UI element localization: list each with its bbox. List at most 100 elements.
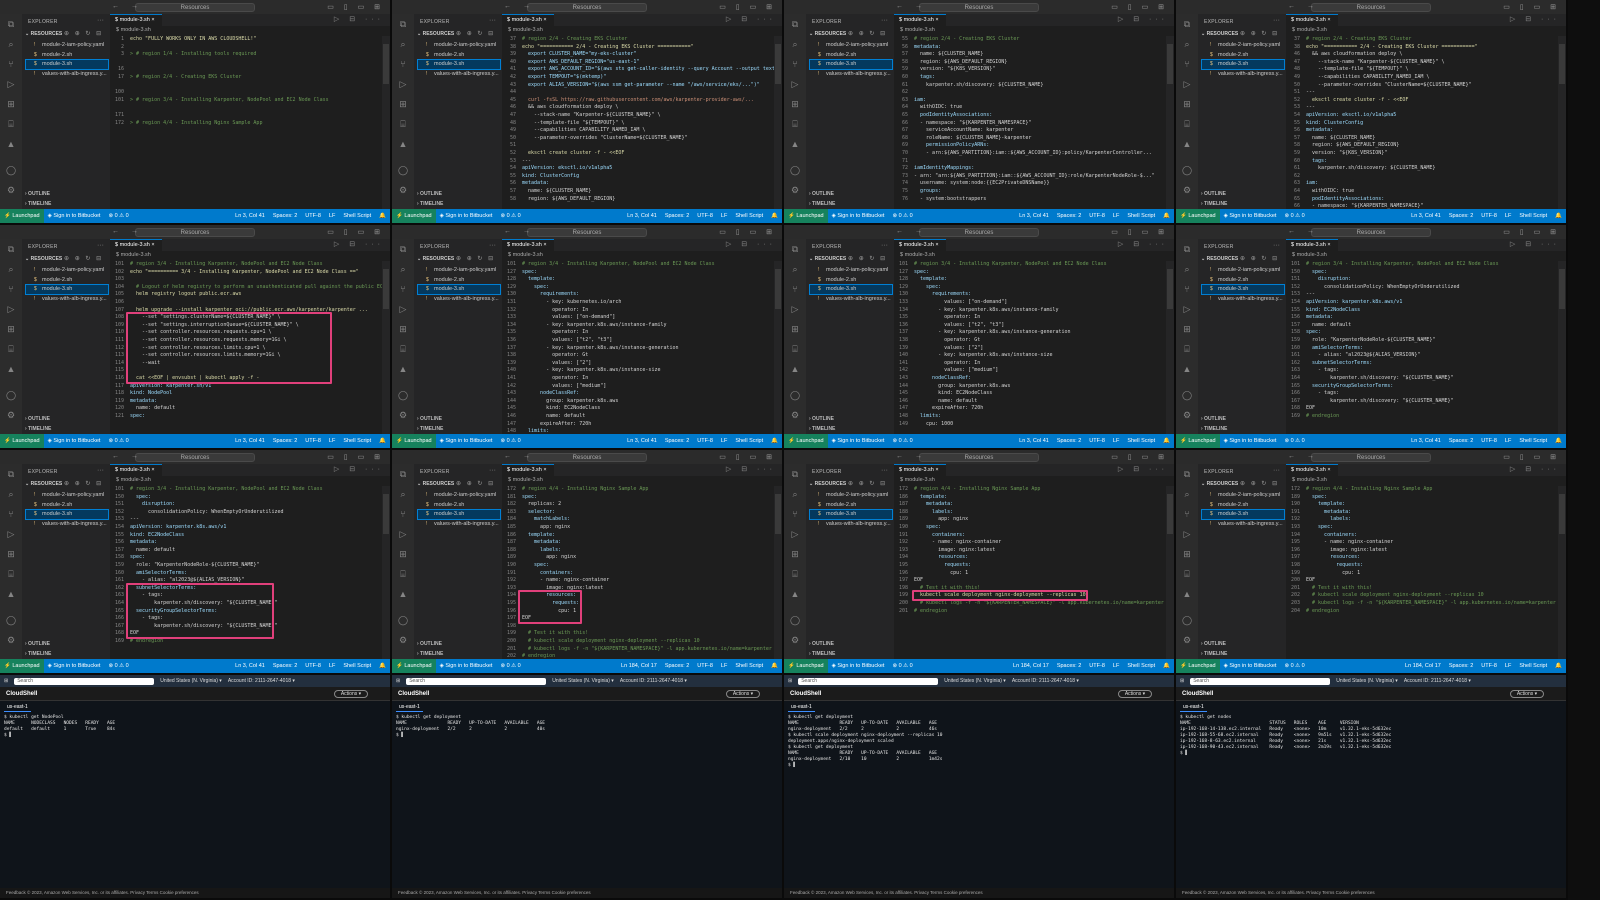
files-icon[interactable]: ⧉ [1181, 243, 1193, 255]
code-line[interactable]: # Logout of helm registry to perform an … [130, 284, 382, 290]
code-line[interactable]: --- [1306, 104, 1558, 110]
more-actions-icon[interactable]: ··· [489, 17, 496, 24]
indentation[interactable]: Spaces: 2 [269, 213, 301, 219]
code-line[interactable]: disruption: [130, 501, 382, 507]
remote-indicator[interactable]: ⚡ Launchpad [1176, 434, 1220, 448]
code-line[interactable]: kind: EC2NodeClass [130, 532, 382, 538]
language-mode[interactable]: Shell Script [1123, 213, 1159, 219]
timeline-section[interactable]: › TIMELINE [1201, 426, 1227, 432]
code-line[interactable]: spec: [130, 413, 382, 419]
code-line[interactable]: > # region 2/4 - Creating EKS Cluster [130, 74, 382, 80]
notifications-icon[interactable]: 🔔 [1159, 213, 1174, 219]
code-line[interactable]: iam: [1306, 180, 1558, 186]
code-line[interactable]: resources: [1306, 554, 1558, 560]
encoding[interactable]: UTF-8 [693, 213, 717, 219]
editor-tab[interactable]: $ module-3.sh × [894, 239, 946, 251]
problems-indicator[interactable]: ⊗ 0 ⚠ 0 [888, 438, 916, 444]
encoding[interactable]: UTF-8 [693, 438, 717, 444]
actions-button[interactable]: Actions ▾ [334, 690, 368, 698]
resources-section[interactable]: ⌄ RESOURCES [1201, 31, 1238, 37]
code-line[interactable]: && aws cloudformation deploy \ [522, 104, 774, 110]
cursor-position[interactable]: Ln 3, Col 41 [1407, 438, 1445, 444]
notifications-icon[interactable]: 🔔 [375, 663, 390, 669]
settings-gear-icon[interactable]: ⚙ [789, 184, 801, 196]
remote-explorer-icon[interactable]: ⌸ [5, 568, 17, 580]
code-line[interactable]: withOIDC: true [1306, 188, 1558, 194]
breadcrumb[interactable]: $ module-3.sh [894, 26, 1174, 35]
bitbucket-signin[interactable]: ◈ Sign in to Bitbucket [44, 213, 105, 219]
bitbucket-signin[interactable]: ◈ Sign in to Bitbucket [436, 213, 497, 219]
code-line[interactable]: name: default [130, 547, 382, 553]
file-item[interactable]: $ module-3.sh [809, 509, 893, 521]
outline-section[interactable]: › OUTLINE [417, 191, 442, 197]
file-item[interactable]: $ module-2.sh [418, 501, 500, 510]
file-item[interactable]: ! module-2-iam-policy.yaml [810, 266, 892, 275]
explorer-actions[interactable]: ⊕ ⊕ ↻ ⊟ [64, 255, 103, 262]
code-line[interactable]: version: "${K8S_VERSION}" [914, 66, 1166, 72]
extensions-icon[interactable]: ⊞ [1181, 98, 1193, 110]
account-icon[interactable]: ◯ [5, 164, 17, 176]
explorer-actions[interactable]: ⊕ ⊕ ↻ ⊟ [848, 480, 887, 487]
cursor-position[interactable]: Ln 3, Col 41 [231, 663, 269, 669]
files-icon[interactable]: ⧉ [789, 18, 801, 30]
code-line[interactable]: cpu: 1 [914, 570, 1166, 576]
editor-actions[interactable]: ▷ ⊟ ··· [1118, 465, 1168, 473]
run-debug-icon[interactable]: ▷ [1181, 528, 1193, 540]
code-line[interactable]: app: nginx [914, 516, 1166, 522]
remote-indicator[interactable]: ⚡ Launchpad [1176, 209, 1220, 223]
source-control-icon[interactable]: ⑂ [1181, 58, 1193, 70]
run-debug-icon[interactable]: ▷ [397, 303, 409, 315]
code-line[interactable]: - name: nginx-container [522, 577, 774, 583]
file-item[interactable]: ! module-2-iam-policy.yaml [418, 41, 500, 50]
eol[interactable]: LF [325, 213, 339, 219]
file-item[interactable]: ! values-with-alb-ingress.y... [1202, 295, 1284, 304]
code-line[interactable]: podIdentityAssociations: [1306, 196, 1558, 202]
outline-section[interactable]: › OUTLINE [417, 641, 442, 647]
file-item[interactable]: $ module-2.sh [1202, 501, 1284, 510]
account-menu[interactable]: Account ID: 2111-2647-4018 ▾ [1012, 678, 1079, 684]
search-icon[interactable]: ⌕ [5, 263, 17, 275]
file-item[interactable]: $ module-3.sh [809, 284, 893, 296]
code-line[interactable]: # kubectl logs -f -n "${KARPENTER_NAMESP… [1306, 600, 1558, 606]
minimap-slider[interactable] [383, 269, 389, 309]
code-line[interactable]: containers: [1306, 532, 1558, 538]
code-line[interactable]: spec: [914, 524, 1166, 530]
code-line[interactable]: app: nginx [522, 554, 774, 560]
breadcrumb[interactable]: $ module-3.sh [502, 251, 782, 260]
breadcrumb[interactable]: $ module-3.sh [110, 476, 390, 485]
code-line[interactable]: # region 3/4 - Installing Karpenter, Nod… [914, 261, 1166, 267]
code-line[interactable]: version: "${K8S_VERSION}" [1306, 150, 1558, 156]
code-line[interactable]: region: ${AWS_DEFAULT_REGION} [1306, 142, 1558, 148]
bitbucket-signin[interactable]: ◈ Sign in to Bitbucket [828, 213, 889, 219]
settings-gear-icon[interactable]: ⚙ [397, 409, 409, 421]
settings-gear-icon[interactable]: ⚙ [397, 184, 409, 196]
code-line[interactable]: metadata: [522, 180, 774, 186]
remote-explorer-icon[interactable]: ⌸ [789, 343, 801, 355]
source-control-icon[interactable]: ⑂ [397, 283, 409, 295]
extensions-icon[interactable]: ⊞ [5, 323, 17, 335]
indentation[interactable]: Spaces: 2 [1053, 438, 1085, 444]
encoding[interactable]: UTF-8 [1477, 663, 1501, 669]
code-line[interactable]: kind: NodePool [130, 390, 382, 396]
code-line[interactable]: values: ["on-demand"] [522, 314, 774, 320]
code-line[interactable]: values: ["medium"] [914, 367, 1166, 373]
code-line[interactable]: cpu: 1 [1306, 570, 1558, 576]
language-mode[interactable]: Shell Script [339, 438, 375, 444]
source-control-icon[interactable]: ⑂ [789, 508, 801, 520]
minimap[interactable] [774, 36, 782, 209]
bitbucket-signin[interactable]: ◈ Sign in to Bitbucket [436, 663, 497, 669]
code-line[interactable]: name: ${CLUSTER_NAME} [1306, 135, 1558, 141]
problems-indicator[interactable]: ⊗ 0 ⚠ 0 [1280, 663, 1308, 669]
outline-section[interactable]: › OUTLINE [1201, 416, 1226, 422]
code-line[interactable]: selector: [522, 509, 774, 515]
files-icon[interactable]: ⧉ [397, 18, 409, 30]
file-item[interactable]: ! values-with-alb-ingress.y... [1202, 520, 1284, 529]
problems-indicator[interactable]: ⊗ 0 ⚠ 0 [104, 438, 132, 444]
run-debug-icon[interactable]: ▷ [397, 78, 409, 90]
editor-tab[interactable]: $ module-3.sh × [1286, 239, 1338, 251]
files-icon[interactable]: ⧉ [5, 18, 17, 30]
terminal-output[interactable]: $ kubectl get deployment NAME READY UP-T… [788, 715, 1170, 884]
layout-buttons[interactable]: ▭ ▯ ▭ ⊞ [1111, 3, 1168, 11]
files-icon[interactable]: ⧉ [5, 468, 17, 480]
code-line[interactable]: spec: [1306, 524, 1558, 530]
